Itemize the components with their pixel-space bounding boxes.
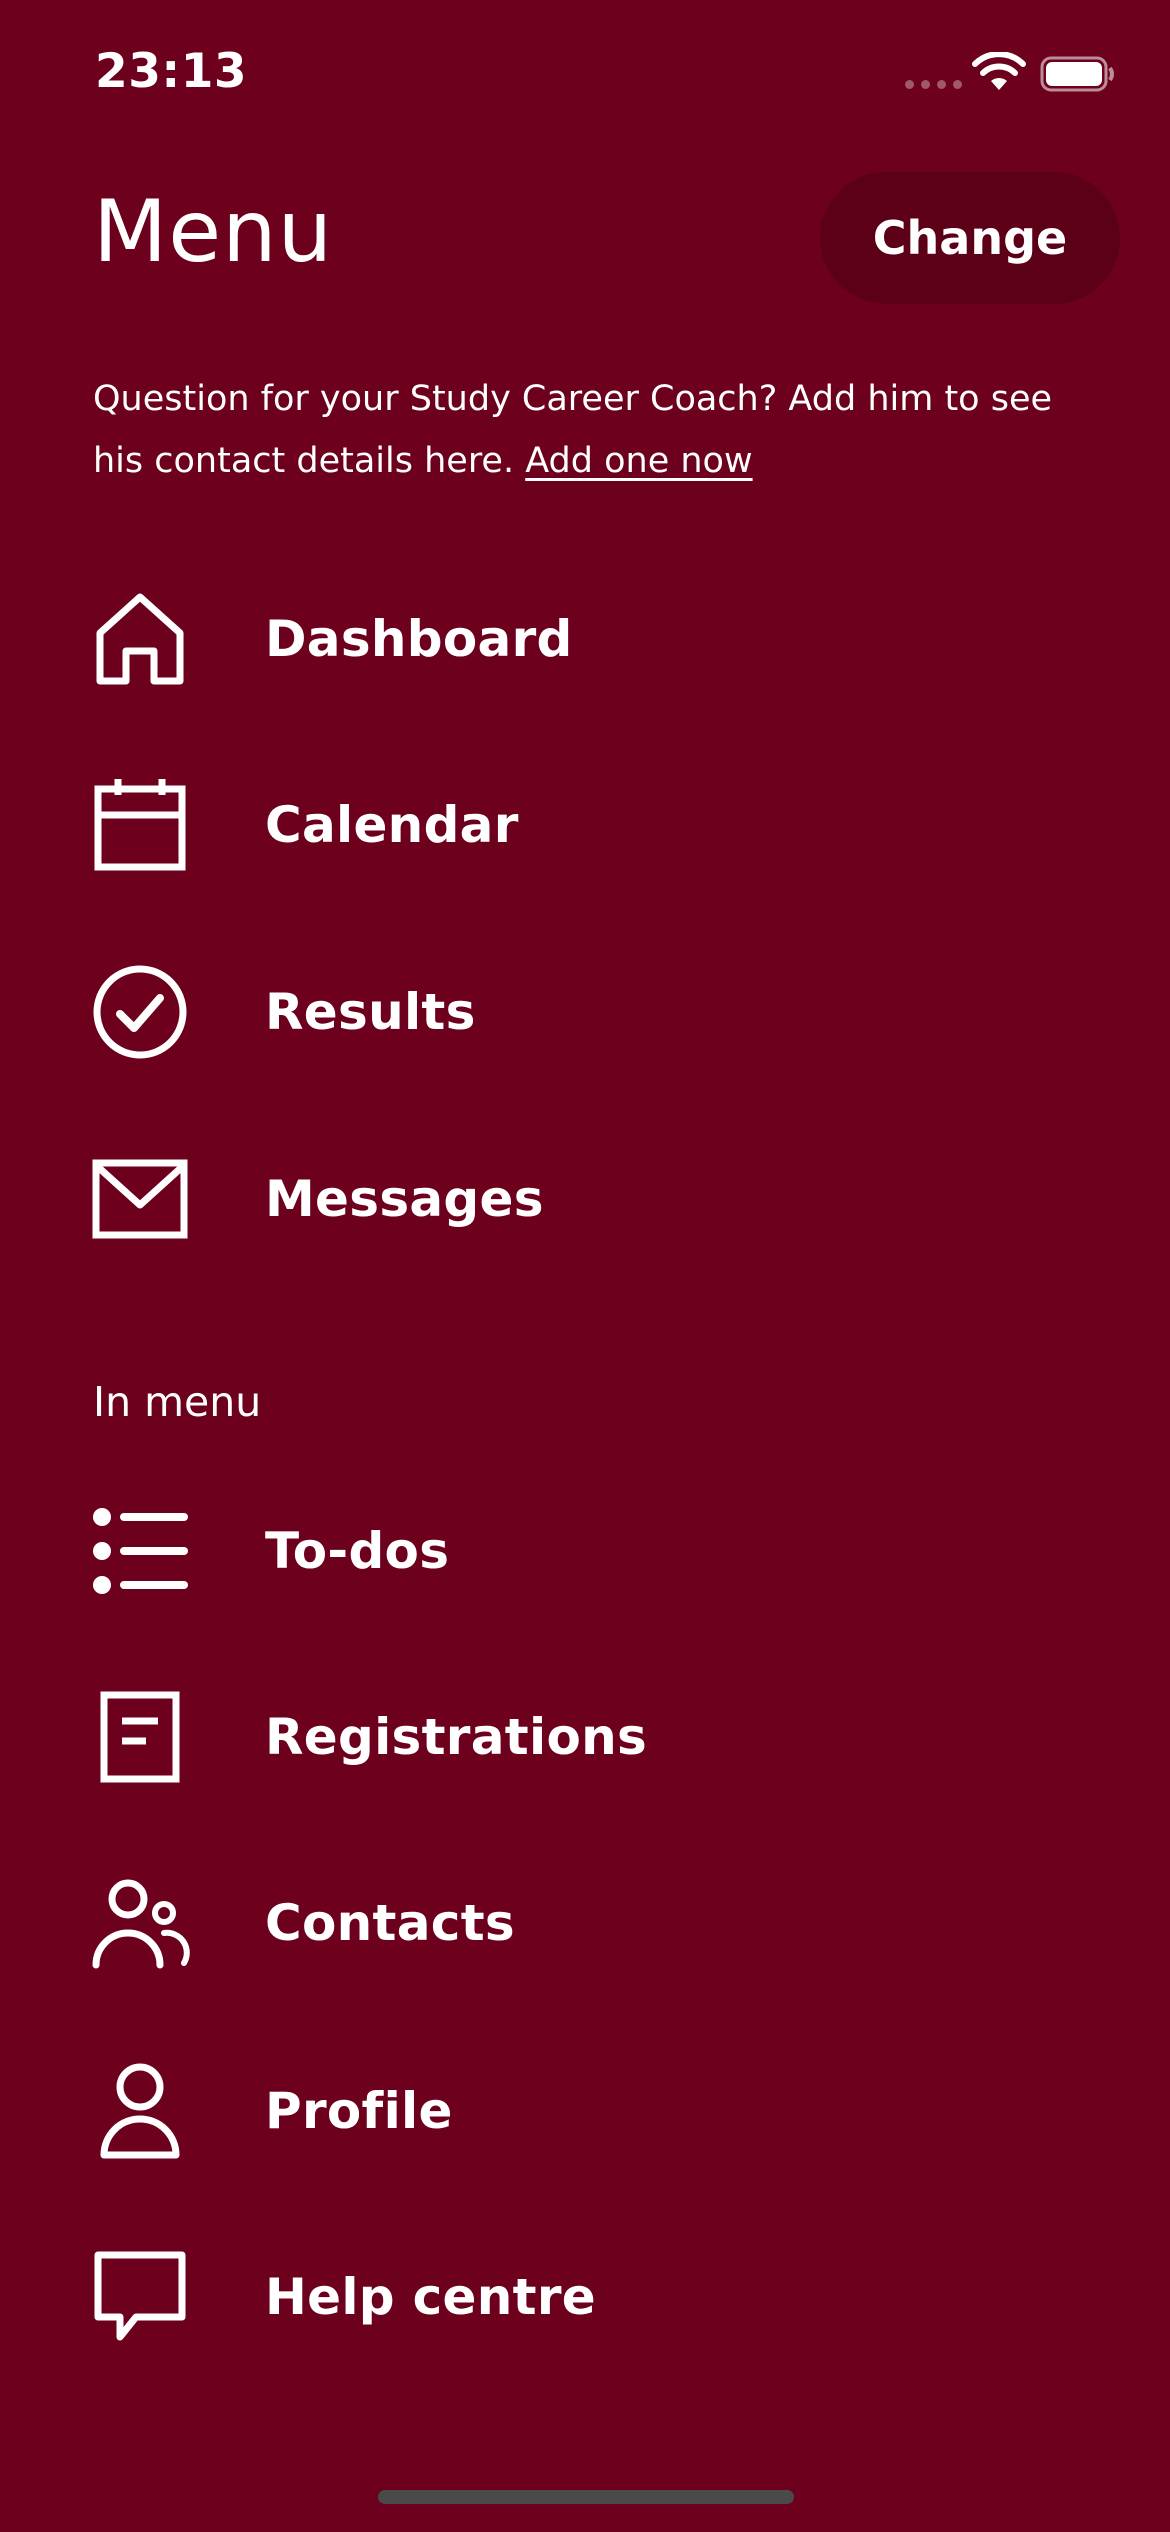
menu-item-label: Messages bbox=[265, 1170, 544, 1228]
status-time: 23:13 bbox=[95, 44, 248, 99]
section-heading: In menu bbox=[93, 1378, 262, 1426]
menu-item-contacts[interactable]: Contacts bbox=[0, 1848, 1170, 1998]
menu-item-todos[interactable]: To-dos bbox=[0, 1476, 1170, 1626]
menu-item-label: Help centre bbox=[265, 2268, 597, 2326]
menu-item-label: Dashboard bbox=[265, 610, 573, 668]
status-bar: 23:13 bbox=[0, 0, 1170, 150]
people-icon bbox=[90, 1873, 190, 1973]
menu-item-label: Results bbox=[265, 983, 476, 1041]
menu-item-label: To-dos bbox=[265, 1522, 450, 1580]
change-button[interactable]: Change bbox=[820, 172, 1120, 304]
menu-item-calendar[interactable]: Calendar bbox=[0, 750, 1170, 900]
document-icon bbox=[90, 1687, 190, 1787]
menu-item-help-centre[interactable]: Help centre bbox=[0, 2222, 1170, 2372]
menu-screen: 23:13 Menu Change Question for your Stud… bbox=[0, 0, 1170, 2532]
mail-icon bbox=[90, 1149, 190, 1249]
menu-item-dashboard[interactable]: Dashboard bbox=[0, 564, 1170, 714]
home-indicator[interactable] bbox=[378, 2490, 794, 2504]
battery-icon bbox=[1040, 56, 1114, 92]
user-icon bbox=[90, 2061, 190, 2161]
coach-notice: Question for your Study Career Coach? Ad… bbox=[93, 368, 1093, 492]
page-title: Menu bbox=[93, 182, 334, 282]
check-circle-icon bbox=[90, 962, 190, 1062]
menu-item-label: Registrations bbox=[265, 1708, 648, 1766]
menu-item-profile[interactable]: Profile bbox=[0, 2036, 1170, 2186]
menu-item-results[interactable]: Results bbox=[0, 937, 1170, 1087]
menu-item-registrations[interactable]: Registrations bbox=[0, 1662, 1170, 1812]
add-coach-link[interactable]: Add one now bbox=[525, 441, 752, 481]
chat-bubble-icon bbox=[90, 2247, 190, 2347]
menu-item-label: Contacts bbox=[265, 1894, 515, 1952]
wifi-icon bbox=[972, 52, 1026, 90]
menu-item-label: Profile bbox=[265, 2082, 453, 2140]
list-icon bbox=[90, 1501, 190, 1601]
signal-icon bbox=[905, 80, 962, 89]
home-icon bbox=[90, 589, 190, 689]
menu-item-messages[interactable]: Messages bbox=[0, 1124, 1170, 1274]
calendar-icon bbox=[90, 775, 190, 875]
menu-item-label: Calendar bbox=[265, 796, 519, 854]
